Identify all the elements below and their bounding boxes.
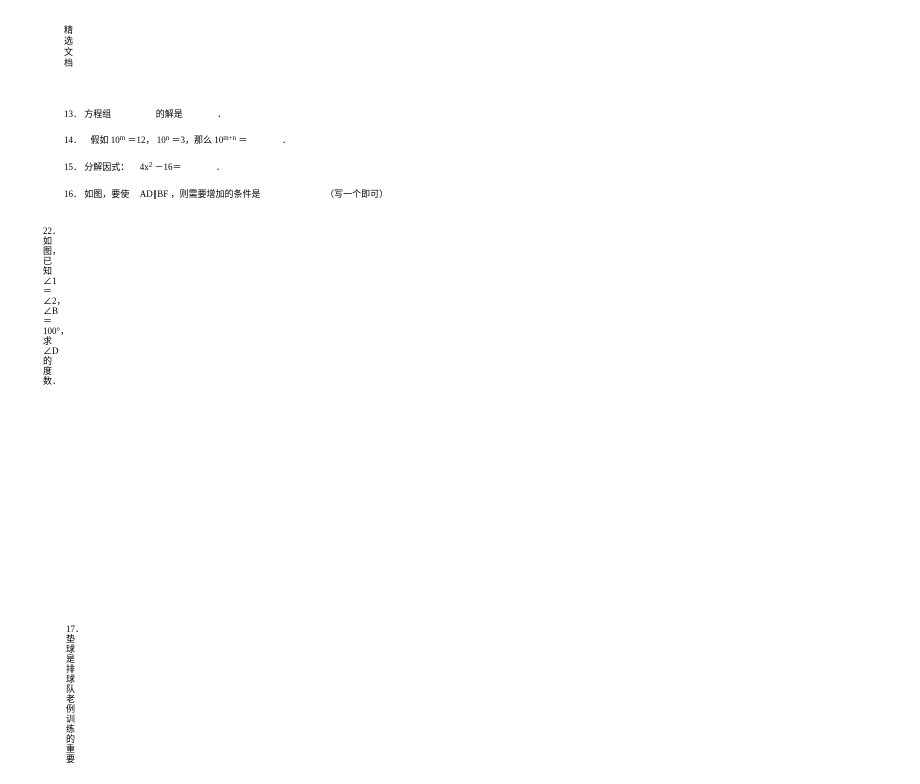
q16-t2: AD∥BF bbox=[140, 189, 169, 199]
q14-t4: ＝ bbox=[238, 135, 247, 145]
q13-num: 13． bbox=[64, 109, 82, 119]
page-header: 精选文档 bbox=[64, 25, 76, 69]
question-17-vertical: 17．垫球是排球队老例训练的重要 bbox=[66, 624, 78, 764]
question-16: 16． 如图，要使 AD∥BF ，则需要增加的条件是 （写一个即可） bbox=[64, 188, 564, 201]
q16-t1: 如图，要使 bbox=[84, 189, 129, 199]
question-14: 14． 假如 10m ＝12， 10n ＝3，那么 10m+n ＝ ． bbox=[64, 134, 564, 148]
q16-t3: ，则需要增加的条件是 bbox=[171, 189, 261, 199]
q14-num: 14． bbox=[64, 135, 82, 145]
q13-t1: 方程组 bbox=[84, 109, 111, 119]
q15-t1: 分解因式： bbox=[84, 162, 129, 172]
question-15: 15． 分解因式： 4x2 －16＝ ． bbox=[64, 161, 564, 175]
q15-t2: －16＝ bbox=[155, 162, 182, 172]
q15-num: 15． bbox=[64, 162, 82, 172]
q17-text: 17．垫球是排球队老例训练的重要 bbox=[66, 624, 84, 764]
q14-t1: 假如 bbox=[91, 135, 109, 145]
q14-sup2: n bbox=[166, 134, 170, 142]
q16-t4: （写一个即可） bbox=[325, 189, 388, 199]
q13-t3: ． bbox=[217, 109, 226, 119]
q14-sup3: m+n bbox=[223, 134, 236, 142]
q22-text: 22．如图，已知∠1＝∠2，∠B＝100°，求∠D的度数． bbox=[43, 226, 69, 386]
q14-sup1: m bbox=[120, 134, 125, 142]
question-22-vertical: 22．如图，已知∠1＝∠2，∠B＝100°，求∠D的度数． bbox=[43, 226, 55, 386]
q14-t3: ＝3，那么 bbox=[172, 135, 213, 145]
q14-e3: 10 bbox=[214, 135, 223, 145]
q15-e1: 4x bbox=[140, 162, 149, 172]
q15-t3: ． bbox=[216, 162, 225, 172]
q14-t2: ＝12， bbox=[127, 135, 154, 145]
question-13: 13． 方程组 的解是 ． bbox=[64, 108, 564, 121]
q16-num: 16． bbox=[64, 189, 82, 199]
q13-t2: 的解是 bbox=[156, 109, 183, 119]
q14-e1: 10 bbox=[111, 135, 120, 145]
main-content: 13． 方程组 的解是 ． 14． 假如 10m ＝12， 10n ＝3，那么 … bbox=[64, 108, 564, 214]
q14-t5: ． bbox=[282, 135, 291, 145]
q14-e2: 10 bbox=[157, 135, 166, 145]
header-text: 精选文档 bbox=[64, 25, 73, 68]
q15-sup1: 2 bbox=[149, 161, 153, 169]
